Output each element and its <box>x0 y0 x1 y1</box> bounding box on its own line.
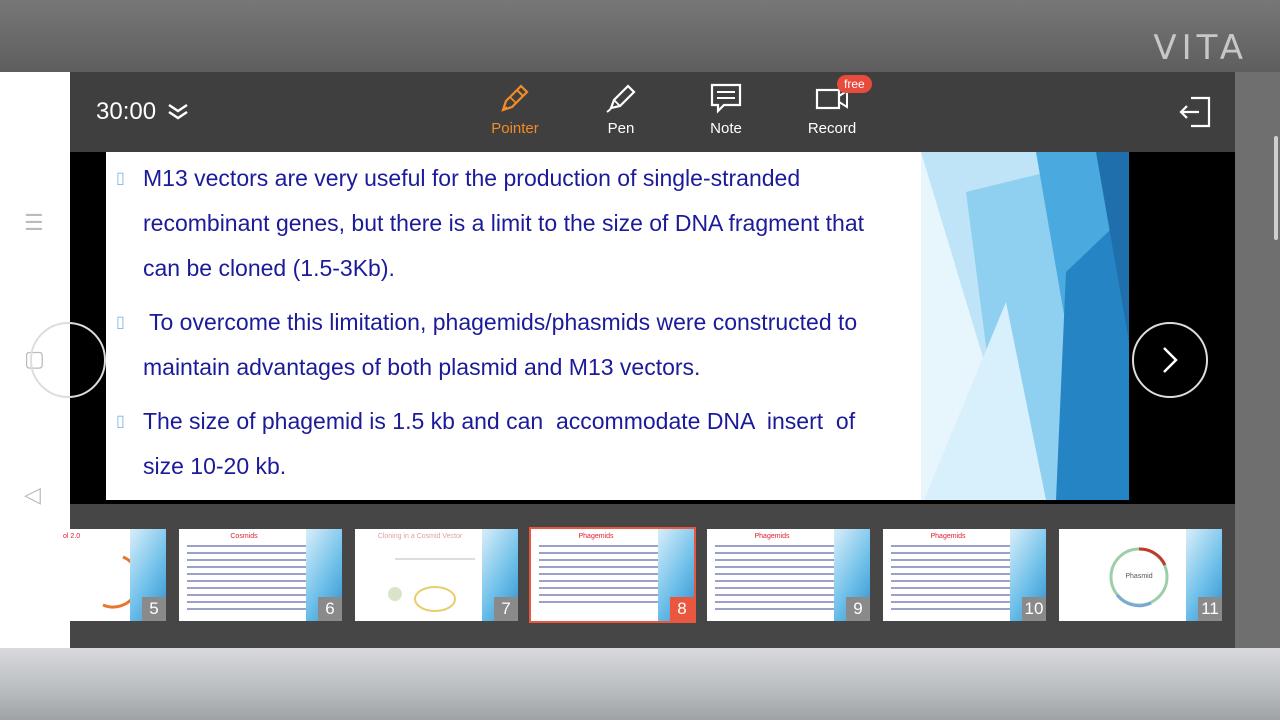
slide-thumbnail-8[interactable]: Phagemids 8 <box>529 527 696 623</box>
previous-slide-button[interactable] <box>30 322 106 398</box>
presentation-stage: 30:00 Pointer Pen Note Record free ▯ M13… <box>3 72 1235 648</box>
thumbnail-title: Phagemids <box>930 533 966 540</box>
thumbnail-title: Phagemids <box>754 533 790 540</box>
chevron-right-icon <box>1163 347 1178 373</box>
timer[interactable]: 30:00 <box>96 98 189 126</box>
thumbnail-text-lines <box>891 545 1011 615</box>
slide-thumbnail-5[interactable]: ol 2.0 5 <box>3 529 166 621</box>
bullet-1: ▯ M13 vectors are very useful for the pr… <box>116 156 976 291</box>
pen-tool-label: Pen <box>607 120 635 137</box>
thumbnail-number: 7 <box>494 597 518 621</box>
bullet-marker-icon: ▯ <box>116 170 125 187</box>
slide-thumbnail-9[interactable]: Phagemids 9 <box>707 529 870 621</box>
thumbnail-number: 11 <box>1198 597 1222 621</box>
bullet-marker-icon: ▯ <box>116 314 125 331</box>
pointer-tool-label: Pointer <box>491 120 539 137</box>
free-badge: free <box>837 75 872 93</box>
double-chevron-down-icon <box>168 104 188 120</box>
record-tool-button[interactable]: Record free <box>787 75 877 137</box>
background-top <box>0 0 1280 72</box>
presentation-toolbar: 30:00 Pointer Pen Note Record free <box>70 72 1235 152</box>
thumbnail-number: 10 <box>1022 597 1046 621</box>
thumbnail-text-lines <box>187 545 307 615</box>
thumbnail-title: Phagemids <box>578 533 614 540</box>
slide-bullets: ▯ M13 vectors are very useful for the pr… <box>116 156 976 498</box>
slide-thumbnail-10[interactable]: Phagemids 10 <box>883 529 1046 621</box>
bullet-line: size 10-20 kb. <box>143 453 287 479</box>
menu-icon[interactable]: ☰ <box>24 210 44 236</box>
slide-thumbnail-6[interactable]: Cosmids 6 <box>179 529 342 621</box>
exit-button[interactable] <box>1177 94 1213 135</box>
note-tool-label: Note <box>710 120 742 137</box>
bullet-line: can be cloned (1.5-3Kb). <box>143 255 395 281</box>
pen-icon <box>606 84 636 113</box>
back-triangle-icon[interactable]: ◁ <box>24 482 41 508</box>
bullet-line: The size of phagemid is 1.5 kb and can a… <box>143 408 856 434</box>
thumbnail-number: 9 <box>846 597 870 621</box>
bullet-line: recombinant genes, but there is a limit … <box>143 210 865 236</box>
thumbnail-title: ol 2.0 <box>63 533 81 540</box>
pointer-tool-button[interactable]: Pointer <box>470 80 560 137</box>
thumbnail-title: Phasmid <box>1125 573 1153 580</box>
record-tool-label: Record <box>807 120 857 137</box>
thumbnail-text-lines <box>715 545 835 615</box>
exit-icon <box>1179 96 1211 128</box>
scrollbar[interactable] <box>1274 136 1278 240</box>
thumbnail-number: 6 <box>318 597 342 621</box>
bullet-marker-icon: ▯ <box>116 413 125 430</box>
thumbnail-number: 8 <box>670 597 694 621</box>
slide-thumbnail-11[interactable]: Phasmid 11 <box>1059 529 1222 621</box>
note-icon <box>710 83 742 114</box>
note-tool-button[interactable]: Note <box>681 80 771 137</box>
slide-thumbnail-strip: ol 2.0 5 Cosmids 6 Cloning in a Cosmid V… <box>3 504 1235 648</box>
bullet-line: To overcome this limitation, phagemids/p… <box>143 309 858 335</box>
thumbnail-title: Cosmids <box>230 533 258 540</box>
next-slide-button[interactable] <box>1132 322 1208 398</box>
current-slide: ▯ M13 vectors are very useful for the pr… <box>106 152 1129 500</box>
pen-tool-button[interactable]: Pen <box>576 80 666 137</box>
background-bottom <box>0 648 1280 720</box>
bullet-line: M13 vectors are very useful for the prod… <box>143 165 801 191</box>
bullet-3: ▯ The size of phagemid is 1.5 kb and can… <box>116 399 976 489</box>
watermark-logo: VITA <box>1153 28 1248 68</box>
bullet-line: maintain advantages of both plasmid and … <box>143 354 701 380</box>
slide-thumbnail-7[interactable]: Cloning in a Cosmid Vector 7 <box>355 529 518 621</box>
pointer-pen-icon <box>501 84 529 112</box>
bullet-2: ▯ To overcome this limitation, phagemids… <box>116 300 976 390</box>
timer-value: 30:00 <box>96 98 157 125</box>
thumbnail-number: 5 <box>142 597 166 621</box>
thumbnail-text-lines <box>539 545 659 608</box>
